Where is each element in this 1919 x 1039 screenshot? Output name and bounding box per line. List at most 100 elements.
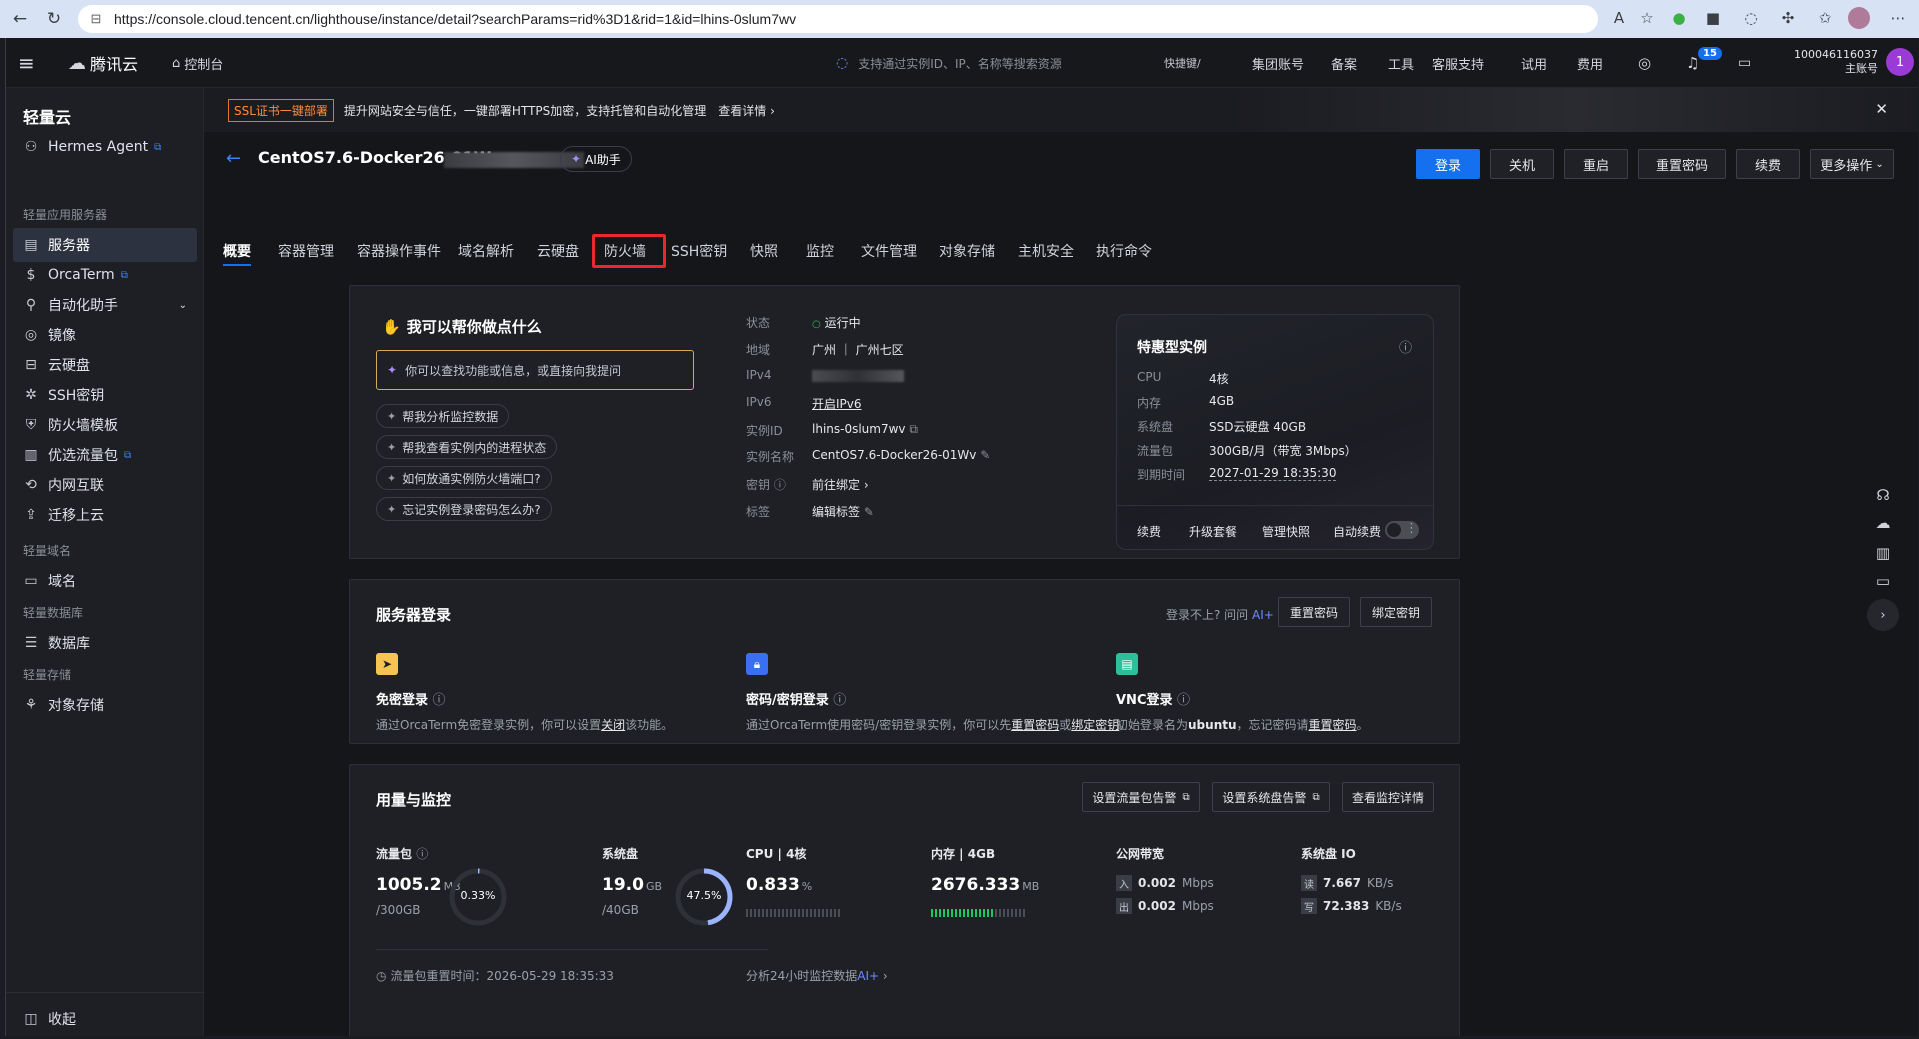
analyze-monitor-link[interactable]: 分析24小时监控数据AI+ › — [746, 967, 888, 984]
favorite-star-icon[interactable]: ☆ — [1634, 5, 1660, 31]
tab-dns[interactable]: 域名解析 — [458, 241, 514, 261]
feedback-icon[interactable]: ▭ — [1872, 570, 1894, 592]
more-icon[interactable]: ⋮ — [1405, 521, 1418, 536]
sidebar-item-firewall-templates[interactable]: ⛨ 防火墙模板 — [13, 408, 197, 442]
suggestion-chip[interactable]: ✦ 忘记实例登录密码怎么办? — [376, 497, 552, 521]
extension-icon[interactable]: ◌ — [1738, 5, 1764, 31]
read-aloud-icon[interactable]: A — [1606, 5, 1632, 31]
sidebar-item-migration[interactable]: ⇪ 迁移上云 — [13, 498, 197, 532]
ssl-promo-tag[interactable]: SSL证书一键部署 — [228, 98, 334, 122]
global-search[interactable]: ◌ 支持通过实例ID、IP、名称等搜索资源 — [836, 38, 1062, 88]
renew-button[interactable]: 续费 — [1736, 149, 1800, 179]
site-info-icon[interactable]: ⊟ — [88, 11, 104, 27]
tab-container-events[interactable]: 容器操作事件 — [357, 241, 441, 261]
tab-firewall[interactable]: 防火墙 — [604, 241, 646, 261]
sidebar-collapse-button[interactable]: ◫ 收起 — [13, 1002, 197, 1036]
sidebar-item-traffic-packs[interactable]: ▥ 优选流量包 ⧉ — [13, 438, 197, 472]
favorites-icon[interactable]: ✩ — [1812, 5, 1838, 31]
banner-link[interactable]: 查看详情 › — [718, 102, 775, 119]
shutdown-button[interactable]: 关机 — [1490, 149, 1554, 179]
account-info[interactable]: 100046116037 主账号 — [1786, 48, 1878, 76]
reset-password-link[interactable]: 重置密码 — [1309, 718, 1357, 732]
close-icon[interactable]: ✕ — [1875, 100, 1888, 118]
book-icon[interactable]: ▥ — [1872, 542, 1894, 564]
suggestion-chip[interactable]: ✦ 帮我分析监控数据 — [376, 404, 510, 428]
sidebar-item-hermes-agent[interactable]: ⚇ Hermes Agent ⧉ — [13, 130, 197, 164]
nav-link-tools[interactable]: 工具 — [1388, 38, 1414, 88]
login-reset-password-button[interactable]: 重置密码 — [1278, 597, 1350, 627]
nav-link-support[interactable]: 客服支持 — [1432, 38, 1484, 88]
extension-icon[interactable]: ● — [1666, 5, 1692, 31]
hamburger-menu-icon[interactable]: ≡ — [18, 38, 35, 88]
tab-files[interactable]: 文件管理 — [861, 241, 917, 261]
shortcut-hint[interactable]: 快捷键/ — [1164, 38, 1201, 88]
sidebar-item-servers[interactable]: ▤ 服务器 — [13, 228, 197, 262]
login-bind-key-button[interactable]: 绑定密钥 — [1360, 597, 1432, 627]
suggestion-chip[interactable]: ✦ 如何放通实例防火墙端口? — [376, 466, 552, 490]
tab-monitoring[interactable]: 监控 — [806, 241, 834, 261]
ai-assistant-button[interactable]: ✦ AI助手 — [560, 146, 632, 172]
spec-upgrade-link[interactable]: 升级套餐 — [1189, 523, 1237, 540]
sidebar-item-database[interactable]: ☰ 数据库 — [13, 626, 197, 660]
sidebar-item-object-storage[interactable]: ⚘ 对象存储 — [13, 688, 197, 722]
edit-pencil-icon[interactable]: ✎ — [980, 448, 990, 462]
tab-disks[interactable]: 云硬盘 — [537, 241, 579, 261]
sidebar-item-disks[interactable]: ⊟ 云硬盘 — [13, 348, 197, 382]
sidebar-item-orcaterm[interactable]: $ OrcaTerm ⧉ — [13, 258, 197, 292]
tab-object-storage[interactable]: 对象存储 — [939, 241, 995, 261]
more-actions-button[interactable]: 更多操作 ⌄ — [1810, 149, 1894, 179]
copy-icon[interactable]: ⧉ — [909, 422, 918, 436]
reset-password-link[interactable]: 重置密码 — [1011, 718, 1059, 732]
spec-renew-link[interactable]: 续费 — [1137, 523, 1161, 540]
reset-password-button[interactable]: 重置密码 — [1638, 149, 1726, 179]
back-arrow-icon[interactable]: ← — [226, 148, 241, 169]
login-method-title[interactable]: 免密登录 ⓘ — [376, 689, 446, 708]
disable-link[interactable]: 关闭 — [601, 718, 625, 732]
extension-icon[interactable]: ■ — [1700, 5, 1726, 31]
reload-icon[interactable]: ↻ — [40, 5, 68, 33]
nav-link-filing[interactable]: 备案 — [1331, 38, 1357, 88]
enable-ipv6-link[interactable]: 开启IPv6 — [812, 395, 862, 412]
profile-avatar[interactable] — [1848, 7, 1870, 29]
cart-icon[interactable]: ▭ — [1738, 38, 1751, 88]
tab-overview[interactable]: 概要 — [223, 241, 251, 261]
cloud-icon[interactable]: ☁ — [1872, 512, 1894, 534]
extensions-puzzle-icon[interactable]: ✣ — [1775, 5, 1801, 31]
sidebar-item-automation[interactable]: ⚲ 自动化助手 ⌄ — [13, 288, 197, 322]
console-home-link[interactable]: ⌂ 控制台 — [172, 38, 223, 88]
tab-snapshots[interactable]: 快照 — [750, 241, 778, 261]
nav-link-group-account[interactable]: 集团账号 — [1252, 38, 1304, 88]
restart-button[interactable]: 重启 — [1564, 149, 1628, 179]
spec-snapshot-link[interactable]: 管理快照 — [1262, 523, 1310, 540]
brand-logo[interactable]: ☁ 腾讯云 — [68, 38, 138, 88]
login-button[interactable]: 登录 — [1416, 149, 1480, 179]
login-method-title[interactable]: 密码/密钥登录 ⓘ — [746, 689, 846, 708]
chevron-right-icon[interactable]: › — [1867, 599, 1899, 631]
assistant-input[interactable]: ✦ 你可以查找功能或信息，或直接向我提问 — [376, 350, 694, 390]
nav-link-trial[interactable]: 试用 — [1521, 38, 1547, 88]
edit-tag-link[interactable]: 编辑标签 ✎ — [812, 503, 874, 520]
compass-icon[interactable]: ◎ — [1638, 38, 1651, 88]
sidebar-item-domains[interactable]: ▭ 域名 — [13, 564, 197, 598]
bell-icon[interactable]: ♫ 15 — [1686, 38, 1722, 88]
user-avatar[interactable]: 1 — [1886, 48, 1914, 76]
nav-link-billing[interactable]: 费用 — [1577, 38, 1603, 88]
sidebar-item-intranet[interactable]: ⟲ 内网互联 — [13, 468, 197, 502]
login-method-title[interactable]: VNC登录 ⓘ — [1116, 689, 1190, 708]
sidebar-item-images[interactable]: ◎ 镜像 — [13, 318, 197, 352]
tab-run-command[interactable]: 执行命令 — [1096, 241, 1152, 261]
traffic-alarm-button[interactable]: 设置流量包告警 ⧉ — [1082, 782, 1200, 812]
tab-host-security[interactable]: 主机安全 — [1018, 241, 1074, 261]
headset-icon[interactable]: ☊ — [1872, 484, 1894, 506]
back-icon[interactable]: ← — [6, 5, 34, 33]
bind-key-link[interactable]: 绑定密钥 — [1071, 718, 1119, 732]
bind-key-link[interactable]: 前往绑定 › — [812, 476, 869, 493]
browser-menu-icon[interactable]: ⋯ — [1885, 5, 1911, 31]
login-help-link[interactable]: 登录不上? 问问 AI+ › — [1166, 606, 1282, 623]
info-circle-icon[interactable]: ⓘ — [1399, 337, 1412, 356]
suggestion-chip[interactable]: ✦ 帮我查看实例内的进程状态 — [376, 435, 558, 459]
address-bar[interactable]: ⊟ https://console.cloud.tencent.cn/light… — [78, 5, 1598, 33]
disk-alarm-button[interactable]: 设置系统盘告警 ⧉ — [1212, 782, 1330, 812]
tab-containers[interactable]: 容器管理 — [278, 241, 334, 261]
sidebar-item-ssh-keys[interactable]: ✲ SSH密钥 — [13, 378, 197, 412]
